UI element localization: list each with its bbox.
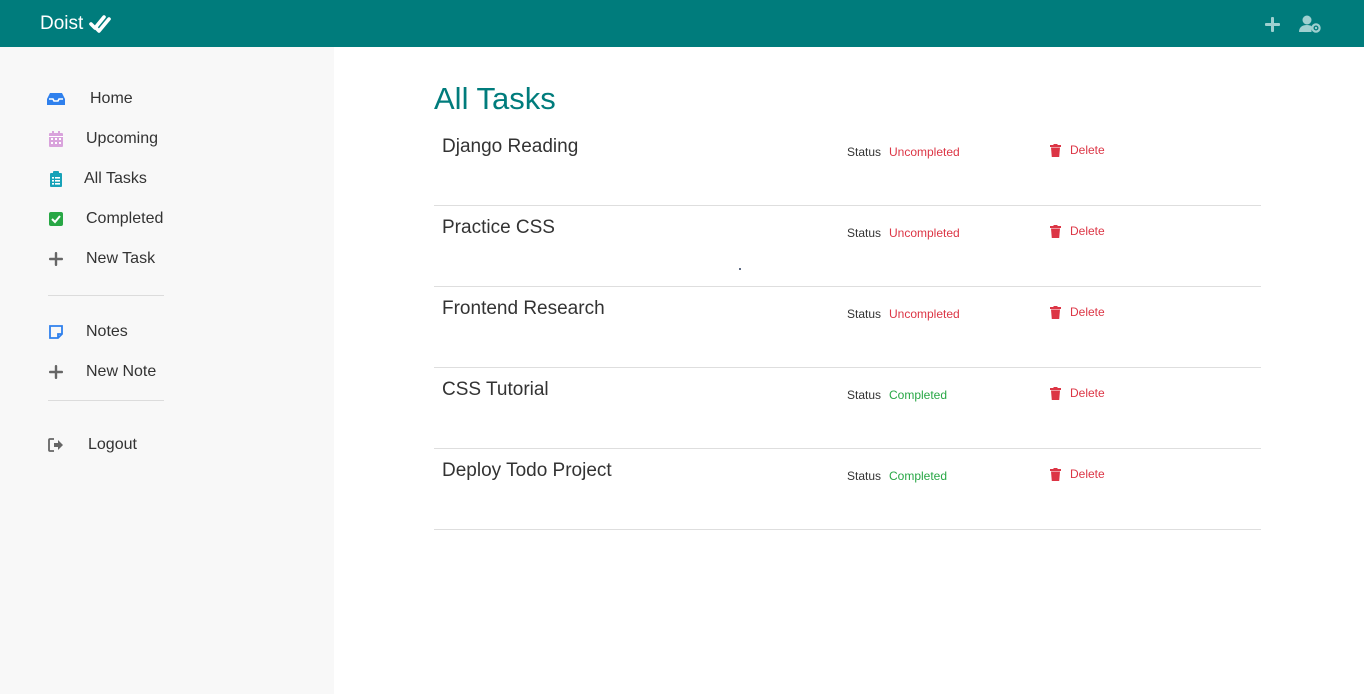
sidebar-item-new-task[interactable]: New Task xyxy=(47,247,155,271)
sidebar: Home Upcoming All Tasks Completed New Ta… xyxy=(0,47,334,694)
task-row: Django Reading Status Uncompleted Delete xyxy=(434,125,1261,206)
sidebar-item-label: Home xyxy=(90,90,133,107)
status-label: Status xyxy=(847,307,882,321)
status-badge: Uncompleted xyxy=(889,307,960,321)
sidebar-item-label: Notes xyxy=(86,323,128,340)
delete-label: Delete xyxy=(1070,143,1105,157)
status-badge: Uncompleted xyxy=(889,145,960,159)
delete-button[interactable]: Delete xyxy=(1050,385,1105,401)
brand-name: Doist xyxy=(40,13,84,34)
trash-icon xyxy=(1050,224,1061,238)
sidebar-item-label: New Note xyxy=(86,363,157,380)
task-name[interactable]: Frontend Research xyxy=(442,298,605,320)
task-row: Practice CSS Status Uncompleted Delete xyxy=(434,206,1261,287)
trash-icon xyxy=(1050,467,1061,481)
status-badge: Completed xyxy=(889,388,948,402)
delete-button[interactable]: Delete xyxy=(1050,142,1105,158)
plus-icon xyxy=(1264,16,1280,32)
sidebar-item-all-tasks[interactable]: All Tasks xyxy=(47,167,147,191)
double-check-icon xyxy=(89,14,112,34)
stray-dot xyxy=(739,268,741,270)
sidebar-item-label: Logout xyxy=(88,436,137,453)
top-navbar: Doist xyxy=(0,0,1364,47)
delete-button[interactable]: Delete xyxy=(1050,223,1105,239)
delete-label: Delete xyxy=(1070,386,1105,400)
sidebar-item-label: Upcoming xyxy=(86,130,159,147)
user-cog-icon xyxy=(1299,15,1321,33)
plus-icon xyxy=(47,250,65,268)
delete-button[interactable]: Delete xyxy=(1050,304,1105,320)
status-badge: Uncompleted xyxy=(889,226,960,240)
clipboard-list-icon xyxy=(47,170,65,188)
task-row: Frontend Research Status Uncompleted Del… xyxy=(434,287,1261,368)
task-name[interactable]: Practice CSS xyxy=(442,217,555,239)
calendar-icon xyxy=(47,130,65,148)
sidebar-divider xyxy=(48,400,164,401)
sidebar-item-label: Completed xyxy=(86,210,164,227)
check-square-icon xyxy=(47,210,65,228)
sidebar-item-label: New Task xyxy=(86,250,156,267)
status-label: Status xyxy=(847,469,882,483)
sign-out-icon xyxy=(47,436,65,454)
add-task-button[interactable] xyxy=(1260,13,1284,35)
delete-label: Delete xyxy=(1070,467,1105,481)
task-row: CSS Tutorial Status Completed Delete xyxy=(434,368,1261,449)
task-row: Deploy Todo Project Status Completed Del… xyxy=(434,449,1261,530)
sticky-note-icon xyxy=(47,323,65,341)
task-name[interactable]: CSS Tutorial xyxy=(442,379,549,401)
delete-button[interactable]: Delete xyxy=(1050,466,1105,482)
sidebar-item-home[interactable]: Home xyxy=(47,87,133,111)
profile-settings-button[interactable] xyxy=(1298,13,1322,35)
trash-icon xyxy=(1050,305,1061,319)
status-label: Status xyxy=(847,226,882,240)
sidebar-item-logout[interactable]: Logout xyxy=(47,433,137,457)
page-title: All Tasks xyxy=(434,81,556,116)
task-name[interactable]: Django Reading xyxy=(442,136,578,158)
plus-icon xyxy=(47,363,65,381)
sidebar-item-notes[interactable]: Notes xyxy=(47,320,128,344)
sidebar-item-completed[interactable]: Completed xyxy=(47,207,163,231)
delete-label: Delete xyxy=(1070,224,1105,238)
trash-icon xyxy=(1050,143,1061,157)
sidebar-item-upcoming[interactable]: Upcoming xyxy=(47,127,158,151)
task-name[interactable]: Deploy Todo Project xyxy=(442,460,612,482)
trash-icon xyxy=(1050,386,1061,400)
sidebar-divider xyxy=(48,295,164,296)
brand-link[interactable]: Doist xyxy=(40,12,112,36)
inbox-icon xyxy=(47,90,65,108)
status-label: Status xyxy=(847,145,882,159)
sidebar-item-label: All Tasks xyxy=(84,170,147,187)
sidebar-item-new-note[interactable]: New Note xyxy=(47,360,156,384)
delete-label: Delete xyxy=(1070,305,1105,319)
status-label: Status xyxy=(847,388,882,402)
status-badge: Completed xyxy=(889,469,948,483)
